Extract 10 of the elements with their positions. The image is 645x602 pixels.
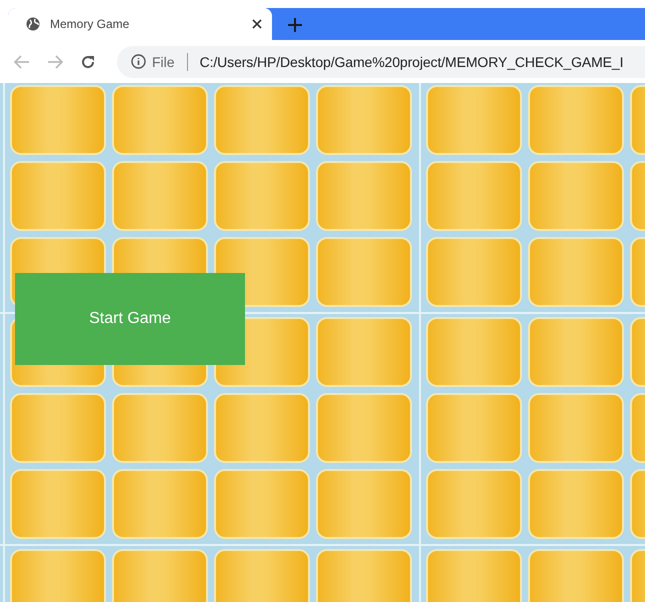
address-bar[interactable]: File C:/Users/HP/Desktop/Game%20project/MEMORY_CHECK_GAME_I [117,46,645,78]
browser-tab[interactable]: Memory Game [8,8,272,40]
globe-icon [26,17,40,31]
new-tab-icon[interactable] [288,18,302,32]
info-icon[interactable] [131,54,146,69]
close-icon[interactable] [252,19,262,29]
scheme-label: File [152,54,175,70]
url-text: C:/Users/HP/Desktop/Game%20project/MEMORY_CHECK_GAME_I [200,54,624,70]
reload-icon[interactable] [80,54,96,70]
tab-title: Memory Game [50,17,130,31]
